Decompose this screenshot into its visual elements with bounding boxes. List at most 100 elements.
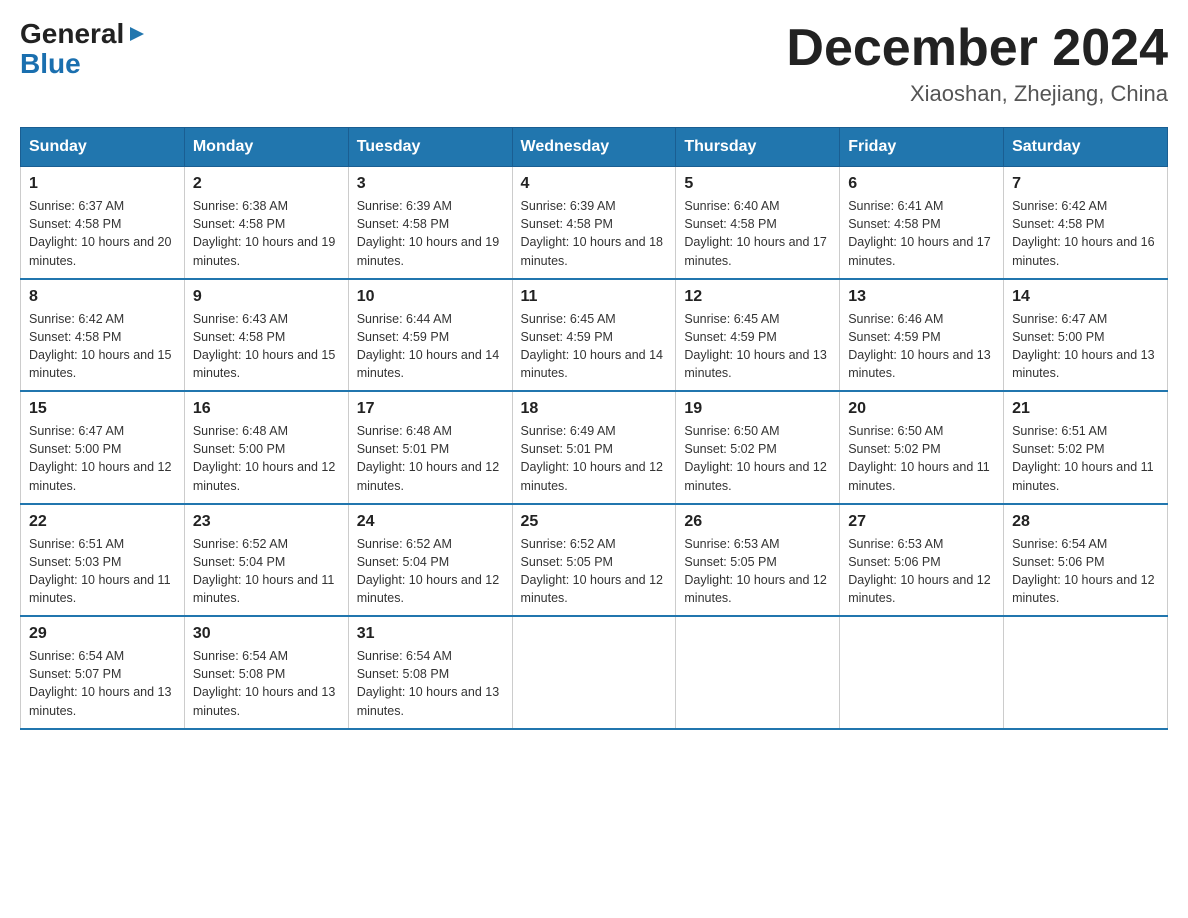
day-number: 24 [357,513,504,531]
day-number: 9 [193,288,340,306]
day-info: Sunrise: 6:50 AMSunset: 5:02 PMDaylight:… [848,422,995,495]
day-number: 15 [29,400,176,418]
calendar-cell: 20 Sunrise: 6:50 AMSunset: 5:02 PMDayligh… [840,391,1004,504]
calendar-cell: 17 Sunrise: 6:48 AMSunset: 5:01 PMDayligh… [348,391,512,504]
day-info: Sunrise: 6:54 AMSunset: 5:06 PMDaylight:… [1012,535,1159,608]
calendar-cell: 18 Sunrise: 6:49 AMSunset: 5:01 PMDayligh… [512,391,676,504]
location: Xiaoshan, Zhejiang, China [786,81,1168,107]
day-of-week-header: Thursday [676,128,840,167]
calendar-cell: 1Sunrise: 6:37 AMSunset: 4:58 PMDaylight… [21,167,185,279]
day-number: 29 [29,625,176,643]
calendar-cell: 4 Sunrise: 6:39 AMSunset: 4:58 PMDaylight… [512,167,676,279]
calendar-week-row: 1Sunrise: 6:37 AMSunset: 4:58 PMDaylight… [21,167,1168,279]
day-number: 25 [521,513,668,531]
calendar-week-row: 15Sunrise: 6:47 AMSunset: 5:00 PMDayligh… [21,391,1168,504]
day-number: 23 [193,513,340,531]
day-info: Sunrise: 6:54 AMSunset: 5:07 PMDaylight:… [29,647,176,720]
title-block: December 2024 Xiaoshan, Zhejiang, China [786,20,1168,107]
logo-general: General [20,20,124,48]
day-info: Sunrise: 6:52 AMSunset: 5:04 PMDaylight:… [357,535,504,608]
day-info: Sunrise: 6:54 AMSunset: 5:08 PMDaylight:… [357,647,504,720]
calendar-cell: 29 Sunrise: 6:54 AMSunset: 5:07 PMDayligh… [21,616,185,729]
calendar-cell: 9 Sunrise: 6:43 AMSunset: 4:58 PMDaylight… [184,279,348,392]
day-info: Sunrise: 6:54 AMSunset: 5:08 PMDaylight:… [193,647,340,720]
day-of-week-header: Monday [184,128,348,167]
logo-arrow-icon [126,23,148,45]
day-number: 26 [684,513,831,531]
calendar-cell: 19 Sunrise: 6:50 AMSunset: 5:02 PMDayligh… [676,391,840,504]
day-info: Sunrise: 6:39 AMSunset: 4:58 PMDaylight:… [521,197,668,270]
page-header: General Blue December 2024 Xiaoshan, Zhe… [20,20,1168,107]
day-number: 20 [848,400,995,418]
calendar-table: SundayMondayTuesdayWednesdayThursdayFrid… [20,127,1168,730]
day-number: 19 [684,400,831,418]
day-info: Sunrise: 6:48 AMSunset: 5:01 PMDaylight:… [357,422,504,495]
calendar-cell: 15Sunrise: 6:47 AMSunset: 5:00 PMDayligh… [21,391,185,504]
day-number: 22 [29,513,176,531]
day-number: 11 [521,288,668,306]
day-number: 13 [848,288,995,306]
calendar-week-row: 8 Sunrise: 6:42 AMSunset: 4:58 PMDaylight… [21,279,1168,392]
calendar-cell: 21Sunrise: 6:51 AMSunset: 5:02 PMDayligh… [1004,391,1168,504]
day-number: 14 [1012,288,1159,306]
day-number: 7 [1012,175,1159,193]
day-number: 8 [29,288,176,306]
calendar-cell: 16Sunrise: 6:48 AMSunset: 5:00 PMDayligh… [184,391,348,504]
calendar-cell: 2 Sunrise: 6:38 AMSunset: 4:58 PMDaylight… [184,167,348,279]
day-number: 17 [357,400,504,418]
day-info: Sunrise: 6:49 AMSunset: 5:01 PMDaylight:… [521,422,668,495]
calendar-week-row: 22 Sunrise: 6:51 AMSunset: 5:03 PMDayligh… [21,504,1168,617]
day-info: Sunrise: 6:40 AMSunset: 4:58 PMDaylight:… [684,197,831,270]
day-info: Sunrise: 6:38 AMSunset: 4:58 PMDaylight:… [193,197,340,270]
day-info: Sunrise: 6:46 AMSunset: 4:59 PMDaylight:… [848,310,995,383]
day-info: Sunrise: 6:42 AMSunset: 4:58 PMDaylight:… [29,310,176,383]
calendar-cell: 13 Sunrise: 6:46 AMSunset: 4:59 PMDayligh… [840,279,1004,392]
calendar-cell: 8 Sunrise: 6:42 AMSunset: 4:58 PMDaylight… [21,279,185,392]
calendar-cell: 27 Sunrise: 6:53 AMSunset: 5:06 PMDayligh… [840,504,1004,617]
logo-blue: Blue [20,48,81,80]
day-info: Sunrise: 6:51 AMSunset: 5:03 PMDaylight:… [29,535,176,608]
calendar-cell: 5Sunrise: 6:40 AMSunset: 4:58 PMDaylight… [676,167,840,279]
day-number: 6 [848,175,995,193]
day-info: Sunrise: 6:52 AMSunset: 5:05 PMDaylight:… [521,535,668,608]
day-info: Sunrise: 6:52 AMSunset: 5:04 PMDaylight:… [193,535,340,608]
day-number: 28 [1012,513,1159,531]
day-info: Sunrise: 6:37 AMSunset: 4:58 PMDaylight:… [29,197,176,270]
calendar-cell: 31 Sunrise: 6:54 AMSunset: 5:08 PMDayligh… [348,616,512,729]
day-info: Sunrise: 6:39 AMSunset: 4:58 PMDaylight:… [357,197,504,270]
day-number: 10 [357,288,504,306]
calendar-cell: 14 Sunrise: 6:47 AMSunset: 5:00 PMDayligh… [1004,279,1168,392]
day-info: Sunrise: 6:43 AMSunset: 4:58 PMDaylight:… [193,310,340,383]
day-number: 27 [848,513,995,531]
day-info: Sunrise: 6:41 AMSunset: 4:58 PMDaylight:… [848,197,995,270]
day-number: 21 [1012,400,1159,418]
calendar-cell: 11Sunrise: 6:45 AMSunset: 4:59 PMDayligh… [512,279,676,392]
calendar-cell: 22 Sunrise: 6:51 AMSunset: 5:03 PMDayligh… [21,504,185,617]
month-title: December 2024 [786,20,1168,77]
day-number: 3 [357,175,504,193]
day-number: 4 [521,175,668,193]
day-number: 31 [357,625,504,643]
day-number: 18 [521,400,668,418]
calendar-cell [676,616,840,729]
day-number: 30 [193,625,340,643]
day-of-week-header: Tuesday [348,128,512,167]
calendar-cell: 12 Sunrise: 6:45 AMSunset: 4:59 PMDayligh… [676,279,840,392]
calendar-cell: 10Sunrise: 6:44 AMSunset: 4:59 PMDayligh… [348,279,512,392]
day-info: Sunrise: 6:53 AMSunset: 5:06 PMDaylight:… [848,535,995,608]
calendar-header-row: SundayMondayTuesdayWednesdayThursdayFrid… [21,128,1168,167]
day-number: 12 [684,288,831,306]
calendar-cell [1004,616,1168,729]
calendar-cell: 28 Sunrise: 6:54 AMSunset: 5:06 PMDayligh… [1004,504,1168,617]
day-info: Sunrise: 6:50 AMSunset: 5:02 PMDaylight:… [684,422,831,495]
day-number: 2 [193,175,340,193]
day-info: Sunrise: 6:47 AMSunset: 5:00 PMDaylight:… [1012,310,1159,383]
logo: General Blue [20,20,148,80]
day-info: Sunrise: 6:53 AMSunset: 5:05 PMDaylight:… [684,535,831,608]
calendar-cell: 3 Sunrise: 6:39 AMSunset: 4:58 PMDaylight… [348,167,512,279]
calendar-cell: 30 Sunrise: 6:54 AMSunset: 5:08 PMDayligh… [184,616,348,729]
calendar-cell: 6 Sunrise: 6:41 AMSunset: 4:58 PMDaylight… [840,167,1004,279]
day-of-week-header: Saturday [1004,128,1168,167]
day-info: Sunrise: 6:45 AMSunset: 4:59 PMDaylight:… [684,310,831,383]
calendar-cell: 26 Sunrise: 6:53 AMSunset: 5:05 PMDayligh… [676,504,840,617]
